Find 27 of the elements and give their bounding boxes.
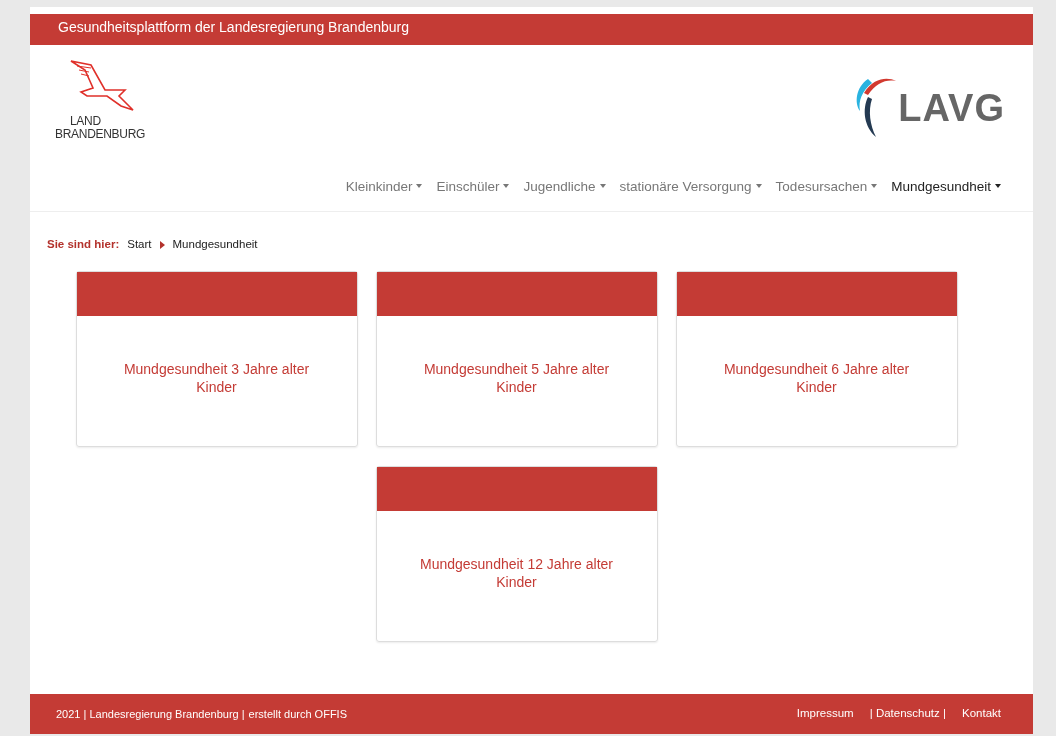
- breadcrumb-current: Mundgesundheit: [172, 237, 258, 253]
- breadcrumb-label: Sie sind hier:: [47, 237, 120, 253]
- nav-menu-item[interactable]: Jugendliche: [523, 177, 606, 198]
- logo-text: LAVG: [898, 85, 1005, 131]
- card-title: Mundgesundheit 12 Jahre alter Kinder: [419, 554, 614, 591]
- topic-card[interactable]: Mundgesundheit 3 Jahre alter Kinder: [75, 270, 358, 447]
- topic-card[interactable]: Mundgesundheit 6 Jahre alter Kinder: [675, 270, 958, 447]
- nav-menu-item[interactable]: stationäre Versorgung: [619, 177, 762, 198]
- footer-text: erstellt durch OFFIS: [248, 706, 347, 722]
- logo-text: LAND: [70, 115, 101, 128]
- card-title: Mundgesundheit 5 Jahre alter Kinder: [422, 359, 611, 396]
- nav-menu-item[interactable]: Mundgesundheit: [891, 177, 1001, 198]
- footer-text: 2021 | Landesregierung Brandenburg |: [56, 706, 245, 722]
- card-title: Mundgesundheit 6 Jahre alter Kinder: [722, 359, 911, 396]
- topic-card[interactable]: Mundgesundheit 12 Jahre alter Kinder: [375, 465, 658, 642]
- nav-menu-item[interactable]: Todesursachen: [775, 177, 878, 198]
- top-bar: Gesundheitsplattform der Landesregierung Brandenburg: [30, 14, 1033, 45]
- footer-link[interactable]: | Datenschutz |: [869, 705, 946, 723]
- nav-menu-item[interactable]: Kleinkinder: [345, 177, 423, 198]
- footer-link[interactable]: Impressum: [796, 705, 854, 723]
- card-title: Mundgesundheit 3 Jahre alter Kinder: [122, 359, 311, 396]
- logo-text: BRANDENBURG: [55, 128, 146, 141]
- caret-icon: [159, 240, 165, 249]
- topic-card[interactable]: Mundgesundheit 5 Jahre alter Kinder: [375, 270, 658, 447]
- footer-link[interactable]: Kontakt: [962, 705, 1001, 723]
- breadcrumb-link[interactable]: Start: [127, 236, 152, 254]
- nav-menu-item[interactable]: Einschüler: [436, 177, 510, 198]
